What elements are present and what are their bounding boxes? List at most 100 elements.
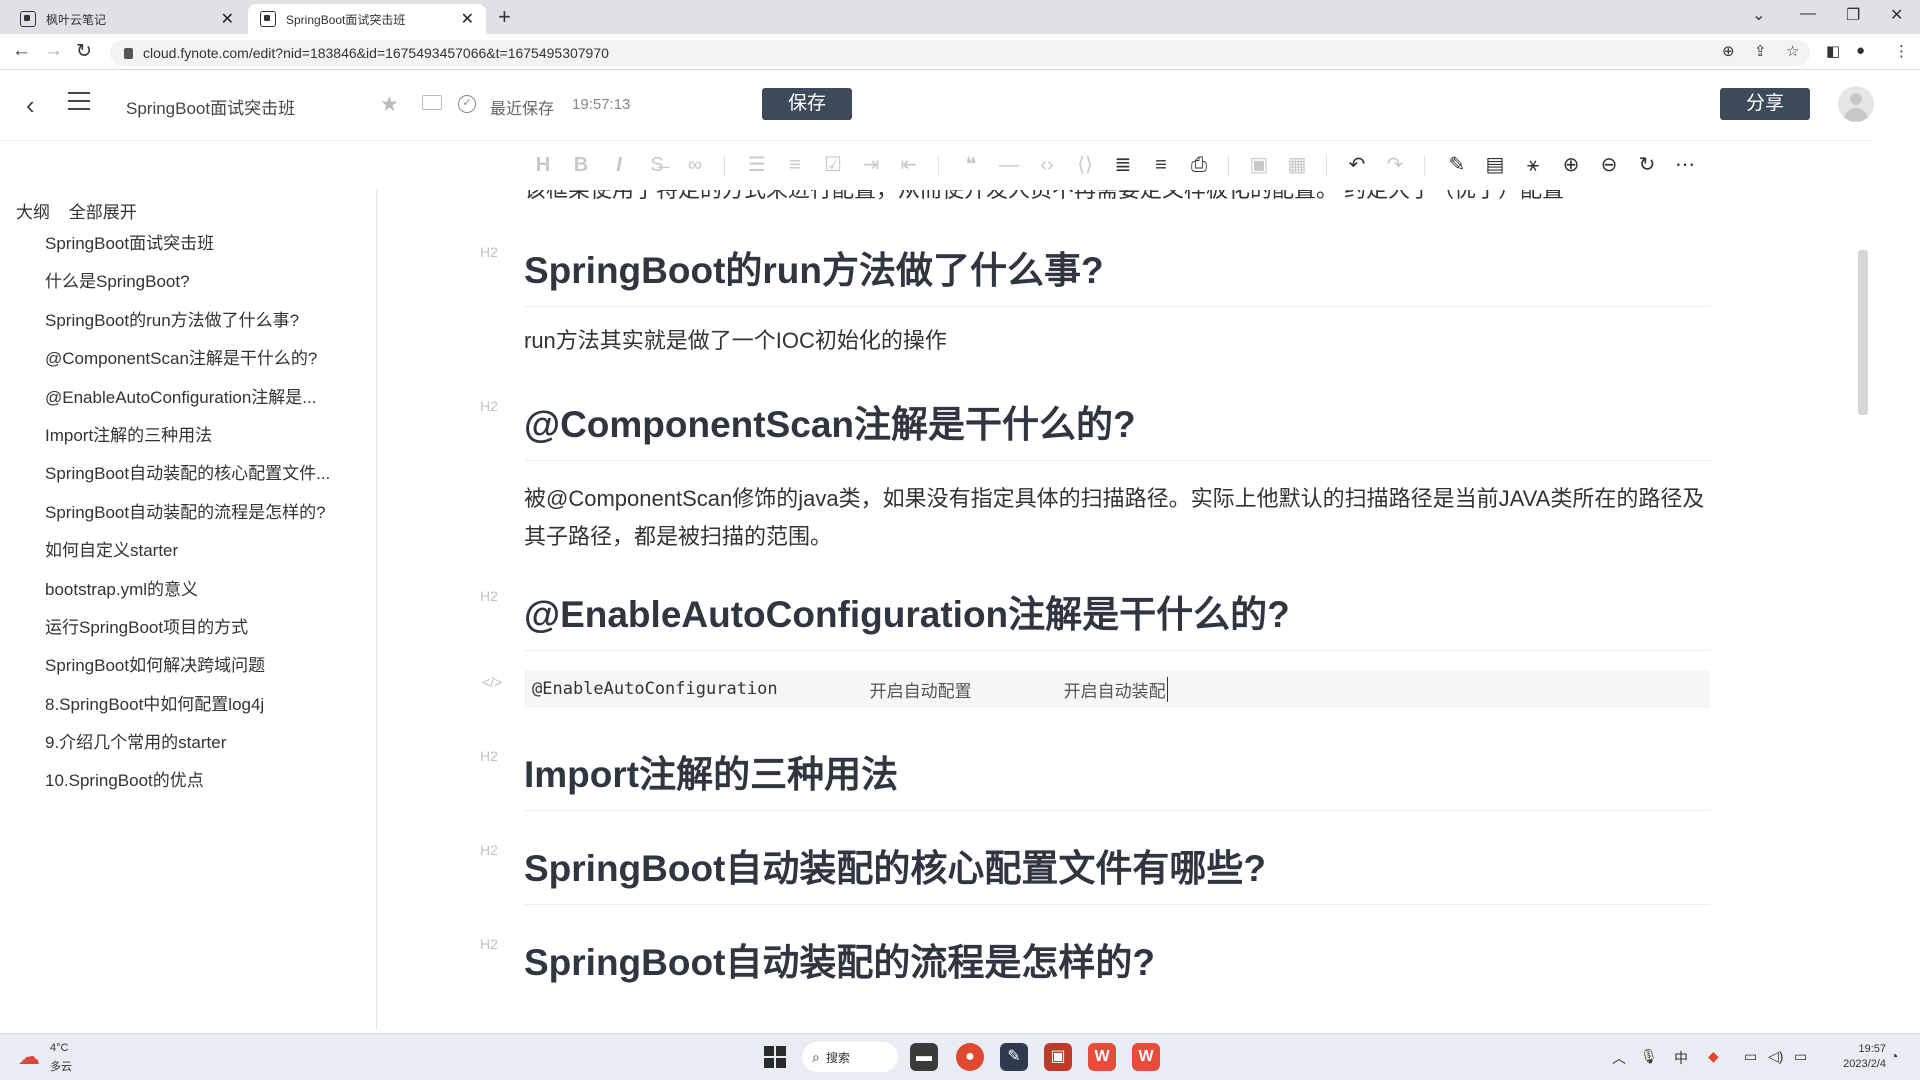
bookmark-star-icon[interactable]: ☆ xyxy=(1786,42,1799,60)
document-title: SpringBoot面试突击班 xyxy=(126,99,296,118)
refresh-icon[interactable]: ↻ xyxy=(1634,151,1660,179)
insert-after-icon[interactable]: ≡ xyxy=(1148,151,1174,179)
tab-springboot-doc[interactable]: SpringBoot面试突击班 ✕ xyxy=(248,4,486,34)
outline-item[interactable]: SpringBoot自动装配的流程是怎样的? xyxy=(45,501,365,539)
toolbar-divider xyxy=(1228,155,1229,177)
outline-header: 大纲 全部展开 xyxy=(16,198,151,223)
heading-icon[interactable]: H xyxy=(530,151,556,179)
insert-before-icon[interactable]: ≣ xyxy=(1110,151,1136,179)
zoom-icon[interactable]: ⊕ xyxy=(1722,42,1735,60)
outline-item[interactable]: 什么是SpringBoot? xyxy=(45,270,365,308)
tray-expand-icon[interactable]: ︿ xyxy=(1612,1048,1626,1068)
outline-sidebar: 大纲 全部展开 SpringBoot面试突击班 什么是SpringBoot? S… xyxy=(0,190,377,1030)
file-explorer-icon[interactable]: ▬ xyxy=(910,1043,938,1071)
markdown-icon[interactable]: ▤ xyxy=(1482,151,1508,179)
outline-item[interactable]: 8.SpringBoot中如何配置log4j xyxy=(45,693,365,731)
outline-item[interactable]: 10.SpringBoot的优点 xyxy=(45,769,365,807)
h2-tag: H2 xyxy=(480,244,498,260)
close-window-icon[interactable]: ✕ xyxy=(1890,5,1903,25)
italic-icon[interactable]: I xyxy=(606,151,632,179)
forward-arrow-icon[interactable]: → xyxy=(44,40,63,62)
inline-code-icon[interactable]: ‹› xyxy=(1034,151,1060,179)
numbered-list-icon[interactable]: ≡ xyxy=(782,151,808,179)
task-list-icon[interactable]: ☑ xyxy=(820,151,846,179)
link-icon[interactable]: ∞ xyxy=(682,151,708,179)
more-icon[interactable]: ⋯ xyxy=(1672,151,1698,179)
save-button[interactable]: 保存 xyxy=(762,88,852,120)
app-icon[interactable]: ▣ xyxy=(1044,1043,1072,1071)
favorite-star-icon[interactable]: ★ xyxy=(380,92,399,117)
tab-fynote-home[interactable]: 枫叶云笔记 ✕ xyxy=(8,4,246,34)
h2-tag: H2 xyxy=(480,588,498,604)
back-icon[interactable]: ‹ xyxy=(26,90,35,121)
outline-item[interactable]: SpringBoot自动装配的核心配置文件... xyxy=(45,462,365,500)
pen-icon[interactable]: ✎ xyxy=(1444,151,1470,179)
document-body[interactable]: 该框架使用了特定的方式来进行配置，从而使开发人员不再需要定义样板化的配置。 约定… xyxy=(378,190,1870,1030)
folder-icon[interactable] xyxy=(422,95,442,110)
side-panel-icon[interactable]: ◧ xyxy=(1826,42,1840,60)
outline-item[interactable]: 如何自定义starter xyxy=(45,539,365,577)
outline-item[interactable]: bootstrap.yml的意义 xyxy=(45,578,365,616)
close-tab-icon[interactable]: ✕ xyxy=(221,9,234,29)
outline-item[interactable]: @EnableAutoConfiguration注解是... xyxy=(45,386,365,424)
share-page-icon[interactable]: ⇪ xyxy=(1754,42,1767,60)
wps-icon[interactable]: W xyxy=(1088,1043,1116,1071)
outline-item[interactable]: SpringBoot面试突击班 xyxy=(45,232,365,270)
fynote-favicon-icon xyxy=(20,11,36,27)
outline-item[interactable]: 9.介绍几个常用的starter xyxy=(45,731,365,769)
avatar[interactable] xyxy=(1838,86,1874,122)
weather-temp: 4°C xyxy=(50,1042,69,1054)
notification-icon[interactable]: ◔ xyxy=(1890,1048,1898,1064)
horizontal-rule-icon[interactable]: — xyxy=(996,151,1022,179)
ime-indicator[interactable]: 中 xyxy=(1674,1048,1688,1068)
start-icon[interactable] xyxy=(764,1046,786,1068)
tab-search-icon[interactable]: ⌄ xyxy=(1752,5,1765,25)
outline-list: SpringBoot面试突击班 什么是SpringBoot? SpringBoo… xyxy=(45,232,365,808)
outline-item[interactable]: 运行SpringBoot项目的方式 xyxy=(45,616,365,654)
print-icon[interactable]: ⎙ xyxy=(1186,151,1212,179)
bold-icon[interactable]: B xyxy=(568,151,594,179)
taskbar-search[interactable]: 搜索 xyxy=(802,1042,898,1072)
weather-icon[interactable]: ☁ xyxy=(18,1044,40,1070)
restore-icon[interactable]: ❐ xyxy=(1846,5,1860,25)
mindmap-icon[interactable]: ⚹ xyxy=(1520,151,1546,179)
outline-item[interactable]: SpringBoot如何解决跨域问题 xyxy=(45,654,365,692)
expand-all-button[interactable]: 全部展开 xyxy=(69,203,137,222)
app-tray-icon[interactable]: ◆ xyxy=(1708,1048,1719,1065)
new-tab-icon[interactable]: + xyxy=(498,4,511,30)
scrollbar-thumb[interactable] xyxy=(1858,250,1868,415)
outline-item[interactable]: SpringBoot的run方法做了什么事? xyxy=(45,309,365,347)
outline-item[interactable]: @ComponentScan注解是干什么的? xyxy=(45,347,365,385)
minimize-icon[interactable]: — xyxy=(1800,5,1816,23)
hamburger-menu-icon[interactable] xyxy=(68,92,90,110)
bullet-list-icon[interactable]: ☰ xyxy=(744,151,770,179)
url-field[interactable]: cloud.fynote.com/edit?nid=183846&id=1675… xyxy=(110,40,1810,66)
undo-icon[interactable]: ↶ xyxy=(1344,151,1370,179)
code-block-icon[interactable]: ⟨⟩ xyxy=(1072,151,1098,179)
outdent-icon[interactable]: ⇤ xyxy=(896,151,922,179)
code-block[interactable]: @EnableAutoConfiguration 开启自动配置 开启自动装配 xyxy=(524,670,1710,708)
wps-icon[interactable]: W xyxy=(1132,1043,1160,1071)
battery-icon[interactable]: ▭ xyxy=(1794,1048,1807,1065)
strikethrough-icon[interactable]: S̶ xyxy=(644,151,670,179)
back-arrow-icon[interactable]: ← xyxy=(12,40,31,62)
zoom-in-icon[interactable]: ⊕ xyxy=(1558,151,1584,179)
outline-item[interactable]: Import注解的三种用法 xyxy=(45,424,365,462)
indent-icon[interactable]: ⇥ xyxy=(858,151,884,179)
microphone-icon[interactable]: 🎙 xyxy=(1640,1048,1658,1065)
chrome-icon[interactable]: ● xyxy=(956,1043,984,1071)
image-icon[interactable]: ▣ xyxy=(1246,151,1272,179)
fynote-app-icon[interactable]: ✎ xyxy=(1000,1043,1028,1071)
network-icon[interactable]: ▭ xyxy=(1744,1048,1757,1065)
volume-icon[interactable]: ◁) xyxy=(1768,1048,1783,1065)
quote-icon[interactable]: ❝ xyxy=(958,151,984,179)
share-button[interactable]: 分享 xyxy=(1720,88,1810,120)
profile-icon[interactable]: ● xyxy=(1856,42,1865,59)
close-tab-icon[interactable]: ✕ xyxy=(461,9,474,29)
reload-icon[interactable]: ↻ xyxy=(76,40,92,63)
code-comment: 开启自动配置 xyxy=(869,681,972,702)
zoom-out-icon[interactable]: ⊖ xyxy=(1596,151,1622,179)
table-icon[interactable]: ▦ xyxy=(1284,151,1310,179)
browser-menu-icon[interactable]: ⋮ xyxy=(1894,42,1909,60)
redo-icon[interactable]: ↷ xyxy=(1382,151,1408,179)
